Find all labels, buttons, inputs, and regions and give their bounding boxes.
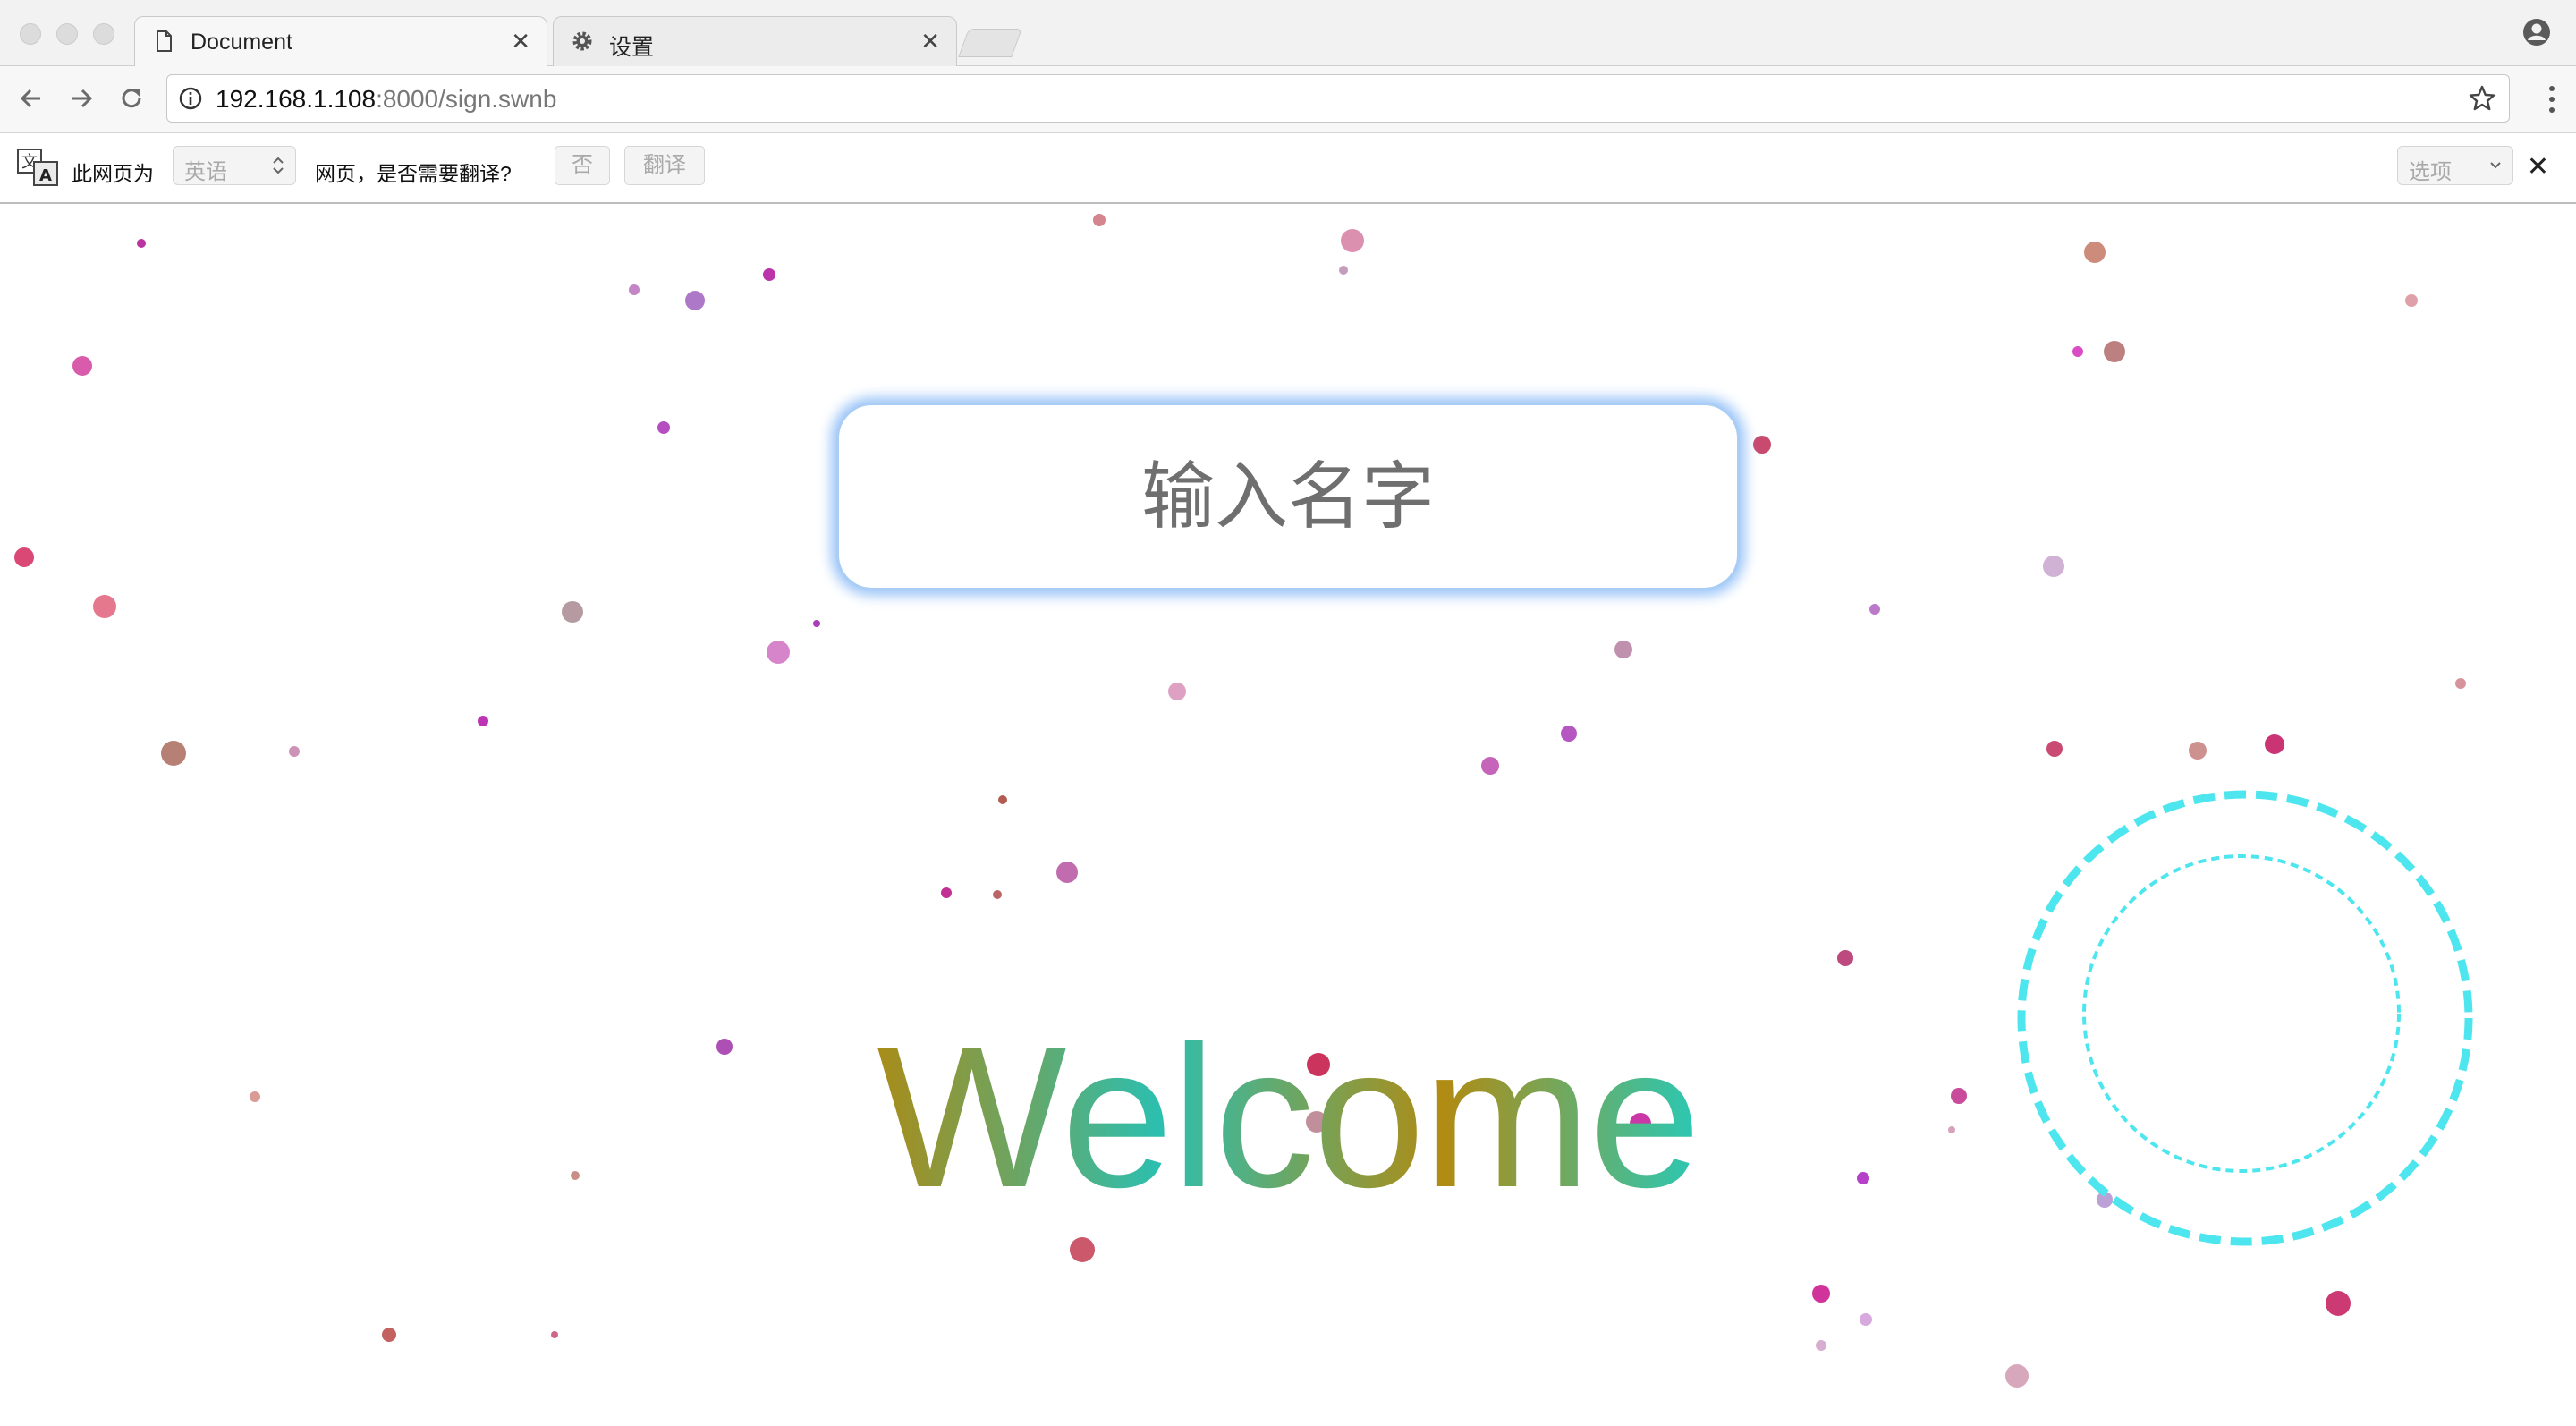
info-icon[interactable]: [178, 86, 203, 111]
particle-dot: [1056, 862, 1078, 883]
address-bar[interactable]: 192.168.1.108:8000/sign.swnb: [166, 74, 2510, 123]
gear-icon: [572, 31, 592, 51]
window-zoom-button[interactable]: [93, 23, 114, 45]
particle-dot: [2046, 741, 2063, 757]
outer-dashed-ring: [2017, 790, 2473, 1246]
particle-dot: [1860, 1313, 1872, 1326]
particle-dot: [72, 356, 92, 376]
url-text: 192.168.1.108:8000/sign.swnb: [216, 85, 556, 114]
page-icon: [157, 30, 172, 52]
particle-dot: [1341, 229, 1364, 252]
browser-toolbar: 192.168.1.108:8000/sign.swnb: [0, 66, 2576, 133]
reload-icon[interactable]: [115, 82, 148, 115]
profile-icon[interactable]: [2522, 18, 2551, 47]
particle-dot: [14, 547, 34, 567]
particle-dot: [2326, 1291, 2351, 1316]
particle-dot: [551, 1331, 558, 1338]
name-input[interactable]: [836, 403, 1740, 590]
particle-dot: [1816, 1340, 1826, 1351]
particle-dot: [993, 890, 1002, 899]
particle-dot: [685, 291, 705, 310]
particle-dot: [1869, 604, 1880, 615]
particle-dot: [1614, 641, 1632, 658]
particle-dot: [763, 268, 775, 281]
particle-dot: [2405, 294, 2418, 307]
particle-dot: [998, 795, 1007, 804]
particle-dot: [2455, 678, 2466, 689]
particle-dot: [382, 1328, 396, 1342]
no-translate-button[interactable]: 否: [555, 146, 610, 185]
particle-dot: [93, 595, 116, 618]
window-close-button[interactable]: [20, 23, 41, 45]
chevron-down-icon: [2490, 162, 2501, 169]
particle-dot: [289, 746, 300, 757]
particle-dot: [2104, 341, 2125, 362]
particle-dot: [657, 421, 670, 434]
particle-dot: [1837, 950, 1853, 966]
particle-dot: [629, 284, 640, 295]
particle-dot: [478, 716, 488, 726]
back-icon[interactable]: [15, 82, 47, 115]
particle-dot: [2265, 734, 2284, 754]
particle-dot: [1168, 683, 1186, 700]
particle-dot: [1093, 214, 1106, 226]
particle-dot: [813, 620, 820, 627]
particle-dot: [1070, 1237, 1095, 1262]
tab-title: 设置: [609, 35, 655, 60]
particle-dot: [1812, 1285, 1830, 1303]
tab-close-icon[interactable]: ✕: [511, 30, 530, 53]
particle-dot: [767, 641, 790, 664]
options-select[interactable]: 选项: [2397, 146, 2513, 185]
particle-dot: [2005, 1364, 2029, 1388]
url-host: 192.168.1.108: [216, 85, 377, 113]
decorative-rings: [2017, 790, 2473, 1246]
svg-text:A: A: [39, 166, 52, 185]
particle-dot: [1753, 436, 1771, 454]
translate-bar: 文 A 此网页为 英语 网页，是否需要翻译? 否 翻译 选项 ✕: [0, 133, 2576, 204]
tab-document[interactable]: Document ✕: [134, 16, 547, 67]
particle-dot: [161, 741, 186, 766]
new-tab-button[interactable]: [958, 29, 1022, 57]
translate-button[interactable]: 翻译: [624, 146, 705, 185]
bookmark-star-icon[interactable]: [2468, 84, 2496, 113]
particle-dot: [1561, 726, 1577, 742]
translate-icon: 文 A: [17, 149, 58, 186]
url-path: :8000/sign.swnb: [376, 85, 557, 113]
particle-dot: [562, 601, 583, 623]
inner-dashed-ring: [2082, 854, 2401, 1173]
particle-dot: [2043, 556, 2064, 577]
particle-dot: [1481, 757, 1499, 775]
language-select[interactable]: 英语: [173, 146, 296, 185]
translate-prefix: 此网页为: [72, 162, 154, 185]
language-select-value: 英语: [184, 160, 227, 184]
menu-icon[interactable]: [2547, 84, 2556, 115]
options-select-value: 选项: [2409, 160, 2452, 184]
particle-dot: [2084, 242, 2106, 263]
tab-close-icon[interactable]: ✕: [920, 30, 940, 53]
close-translate-bar-icon[interactable]: ✕: [2527, 151, 2549, 182]
window-minimize-button[interactable]: [56, 23, 78, 45]
tab-title: Document: [191, 30, 292, 55]
forward-icon[interactable]: [65, 82, 97, 115]
translate-question: 网页，是否需要翻译?: [315, 162, 512, 185]
particle-dot: [137, 239, 146, 248]
particle-dot: [941, 887, 952, 898]
particle-dot: [1339, 266, 1348, 275]
page-content: Welcome: [0, 204, 2576, 1426]
particle-dot: [2072, 346, 2083, 357]
updown-chevron-icon: [273, 157, 284, 174]
tab-settings[interactable]: 设置 ✕: [553, 16, 957, 67]
tab-strip: Document ✕ 设置 ✕: [0, 0, 2576, 67]
particle-dot: [2189, 742, 2207, 760]
